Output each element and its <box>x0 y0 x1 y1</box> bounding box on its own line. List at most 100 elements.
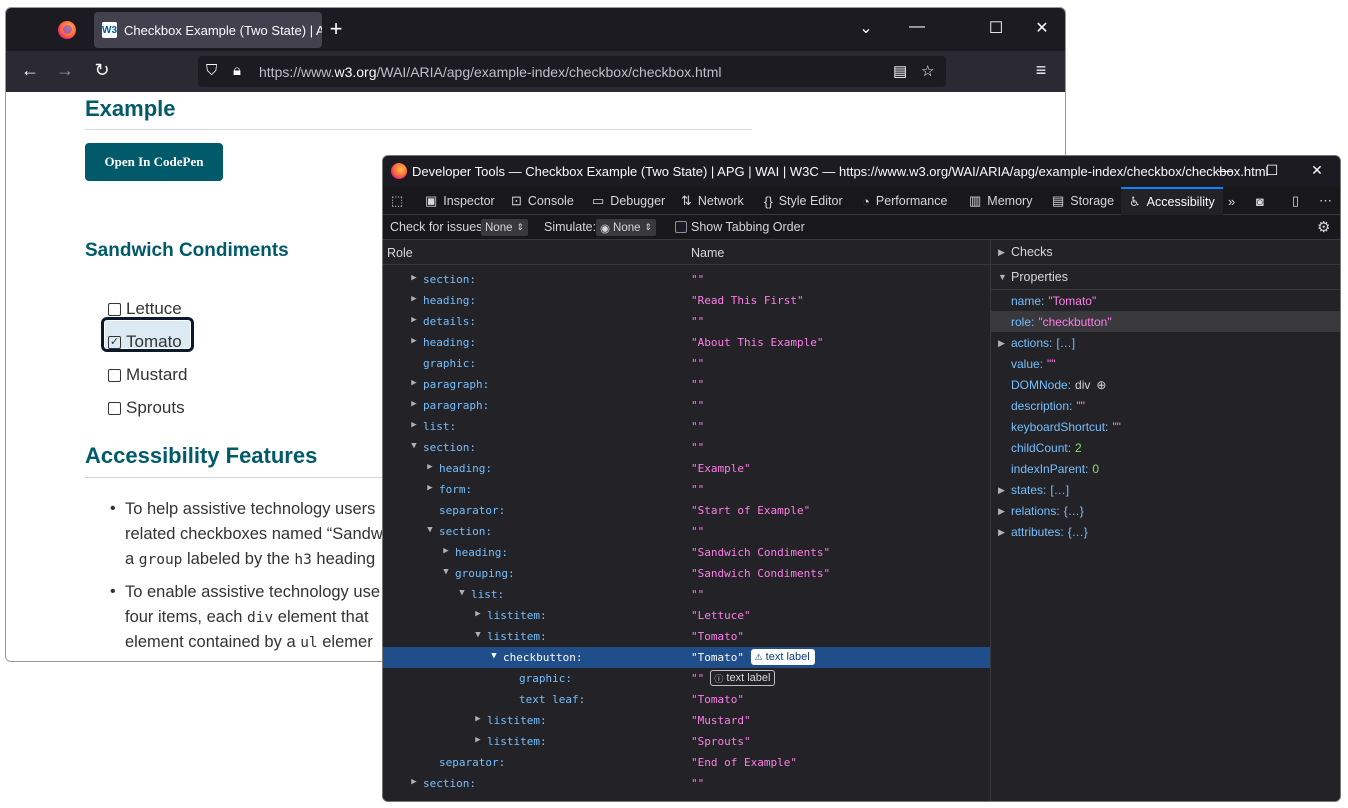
checkmark-icon[interactable]: ✓ <box>108 335 121 349</box>
twisty-right-icon[interactable]: ▶ <box>409 399 419 409</box>
checkbox-tomato[interactable]: ✓ Tomato <box>108 330 182 354</box>
tree-row[interactable]: ▼ listitem: "Tomato" <box>383 626 990 647</box>
twisty-right-icon[interactable]: ▶ <box>409 378 419 388</box>
checkbox-square-icon[interactable] <box>108 368 121 382</box>
property-row[interactable]: DOMNode: div ⊕ <box>991 374 1340 395</box>
back-arrow-icon[interactable]: ← <box>18 60 42 81</box>
tree-row[interactable]: separator: "End of Example" <box>383 752 990 773</box>
forward-arrow-icon[interactable]: → <box>53 60 77 81</box>
twisty-right-icon[interactable]: ▶ <box>409 273 419 283</box>
more-options-icon[interactable]: ⋯ <box>1319 187 1338 215</box>
property-row[interactable]: ▶ actions: […] <box>991 332 1340 353</box>
twisty-right-icon[interactable]: ▶ <box>998 527 1005 538</box>
tab-inspector[interactable]: ▣ Inspector <box>425 187 495 215</box>
twisty-right-icon[interactable]: ▶ <box>409 777 419 787</box>
browser-tab[interactable]: W3 Checkbox Example (Two State) | APG | … <box>94 12 322 48</box>
twisty-right-icon[interactable]: ▶ <box>425 462 435 472</box>
responsive-design-icon[interactable]: ▯ <box>1292 187 1305 215</box>
reload-icon[interactable]: ↻ <box>90 60 114 81</box>
tree-row[interactable]: ▶ heading: "Example" <box>383 458 990 479</box>
checkbox-lettuce[interactable]: Lettuce <box>108 297 182 321</box>
show-tabbing-order-label[interactable]: Show Tabbing Order <box>691 220 805 234</box>
lock-icon[interactable]: 🔒︎ <box>233 62 241 79</box>
property-row[interactable]: keyboardShortcut: "" <box>991 416 1340 437</box>
tree-row[interactable]: ▼ section: "" <box>383 437 990 458</box>
properties-section-header[interactable]: ▼ Properties <box>991 265 1340 290</box>
twisty-right-icon[interactable]: ▶ <box>998 247 1005 258</box>
settings-gear-icon[interactable]: ⚙ <box>1317 218 1330 236</box>
minimize-icon[interactable]: — <box>905 18 929 36</box>
close-icon[interactable]: ✕ <box>1307 162 1327 179</box>
property-row[interactable]: ▶ attributes: {…} <box>991 521 1340 542</box>
property-row[interactable]: description: "" <box>991 395 1340 416</box>
twisty-down-icon[interactable]: ▼ <box>998 272 1007 282</box>
more-tabs-chevron-icon[interactable]: » <box>1228 187 1241 215</box>
minimize-icon[interactable]: — <box>1215 162 1235 178</box>
tab-debugger[interactable]: ▭ Debugger <box>592 187 665 215</box>
tree-row[interactable]: ▼ grouping: "Sandwich Condiments" <box>383 563 990 584</box>
property-row[interactable]: ▶ relations: {…} <box>991 500 1340 521</box>
tree-row[interactable]: ▶ details: "" <box>383 311 990 332</box>
tree-row[interactable]: graphic: "" <box>383 353 990 374</box>
tab-memory[interactable]: ▥ Memory <box>969 187 1032 215</box>
tree-row[interactable]: ▶ heading: "Sandwich Condiments" <box>383 542 990 563</box>
tab-list-chevron-icon[interactable]: ⌄ <box>854 18 878 38</box>
text-label-issue-badge[interactable]: ⚠ text label <box>750 649 815 665</box>
twisty-right-icon[interactable]: ▶ <box>998 485 1005 496</box>
shield-icon[interactable]: ⛉ <box>206 62 217 79</box>
checkbox-square-icon[interactable] <box>108 302 121 316</box>
tree-row[interactable]: ▼ section: "" <box>383 521 990 542</box>
twisty-right-icon[interactable]: ▶ <box>409 336 419 346</box>
simulate-select[interactable]: ◉ None ⇕ <box>596 219 657 236</box>
new-tab-icon[interactable]: + <box>324 16 348 42</box>
check-issues-select[interactable]: None ⇕ <box>481 219 529 236</box>
twisty-down-icon[interactable]: ▼ <box>489 651 499 661</box>
url-bar[interactable]: ⛉ 🔒︎ https://www.w3.org/WAI/ARIA/apg/exa… <box>198 56 946 87</box>
bookmark-star-icon[interactable]: ☆ <box>921 62 934 80</box>
url-text[interactable]: https://www.w3.org/WAI/ARIA/apg/example-… <box>259 64 721 80</box>
tab-console[interactable]: ⊡ Console <box>511 187 574 215</box>
twisty-down-icon[interactable]: ▼ <box>409 441 419 451</box>
property-row[interactable]: role: "checkbutton" <box>991 311 1340 332</box>
checkbox-mustard[interactable]: Mustard <box>108 363 187 387</box>
twisty-right-icon[interactable]: ▶ <box>409 420 419 430</box>
tab-performance[interactable]: ◔ Performance <box>862 187 947 215</box>
twisty-down-icon[interactable]: ▼ <box>441 567 451 577</box>
tab-network[interactable]: ⇅ Network <box>681 187 744 215</box>
show-tabbing-order-checkbox[interactable] <box>675 221 687 233</box>
property-row[interactable]: value: "" <box>991 353 1340 374</box>
twisty-right-icon[interactable]: ▶ <box>441 546 451 556</box>
tree-row[interactable]: ▶ list: "" <box>383 416 990 437</box>
tree-row[interactable]: ▼ checkbutton: "Tomato" ⚠ text label <box>383 647 990 668</box>
tree-row[interactable]: ▶ heading: "About This Example" <box>383 332 990 353</box>
checkbox-square-icon[interactable] <box>108 401 121 415</box>
twisty-down-icon[interactable]: ▼ <box>457 588 467 598</box>
twisty-right-icon[interactable]: ▶ <box>998 338 1005 349</box>
property-row[interactable]: childCount: 2 <box>991 437 1340 458</box>
tree-row[interactable]: ▶ paragraph: "" <box>383 374 990 395</box>
open-in-codepen-button[interactable]: Open In CodePen <box>85 143 223 181</box>
menu-hamburger-icon[interactable]: ≡ <box>1029 60 1053 81</box>
tree-row[interactable]: graphic: "" ⓘ text label <box>383 668 990 689</box>
element-picker-icon[interactable]: ⬚ <box>391 187 409 215</box>
tree-row[interactable]: ▶ listitem: "Lettuce" <box>383 605 990 626</box>
tree-row[interactable]: ▶ listitem: "Mustard" <box>383 710 990 731</box>
twisty-right-icon[interactable]: ▶ <box>473 735 483 745</box>
tree-row[interactable]: ▶ section: "" <box>383 773 990 794</box>
twisty-right-icon[interactable]: ▶ <box>425 483 435 493</box>
text-label-issue-badge[interactable]: ⓘ text label <box>710 670 776 686</box>
tree-row[interactable]: ▶ heading: "Read This First" <box>383 290 990 311</box>
tree-row[interactable]: separator: "Start of Example" <box>383 500 990 521</box>
tree-row[interactable]: text leaf: "Tomato" <box>383 689 990 710</box>
property-row[interactable]: indexInParent: 0 <box>991 458 1340 479</box>
tab-storage[interactable]: ▤ Storage <box>1052 187 1114 215</box>
tab-style-editor[interactable]: {} Style Editor <box>764 187 843 215</box>
tree-row[interactable]: ▶ listitem: "Sprouts" <box>383 731 990 752</box>
twisty-right-icon[interactable]: ▶ <box>409 315 419 325</box>
tree-row[interactable]: ▼ list: "" <box>383 584 990 605</box>
checkbox-sprouts[interactable]: Sprouts <box>108 396 185 420</box>
close-icon[interactable]: ✕ <box>1030 18 1054 38</box>
reader-view-icon[interactable]: ▤ <box>893 62 907 80</box>
checks-section-header[interactable]: ▶ Checks <box>991 240 1340 265</box>
maximize-icon[interactable]: ☐ <box>1262 162 1282 179</box>
